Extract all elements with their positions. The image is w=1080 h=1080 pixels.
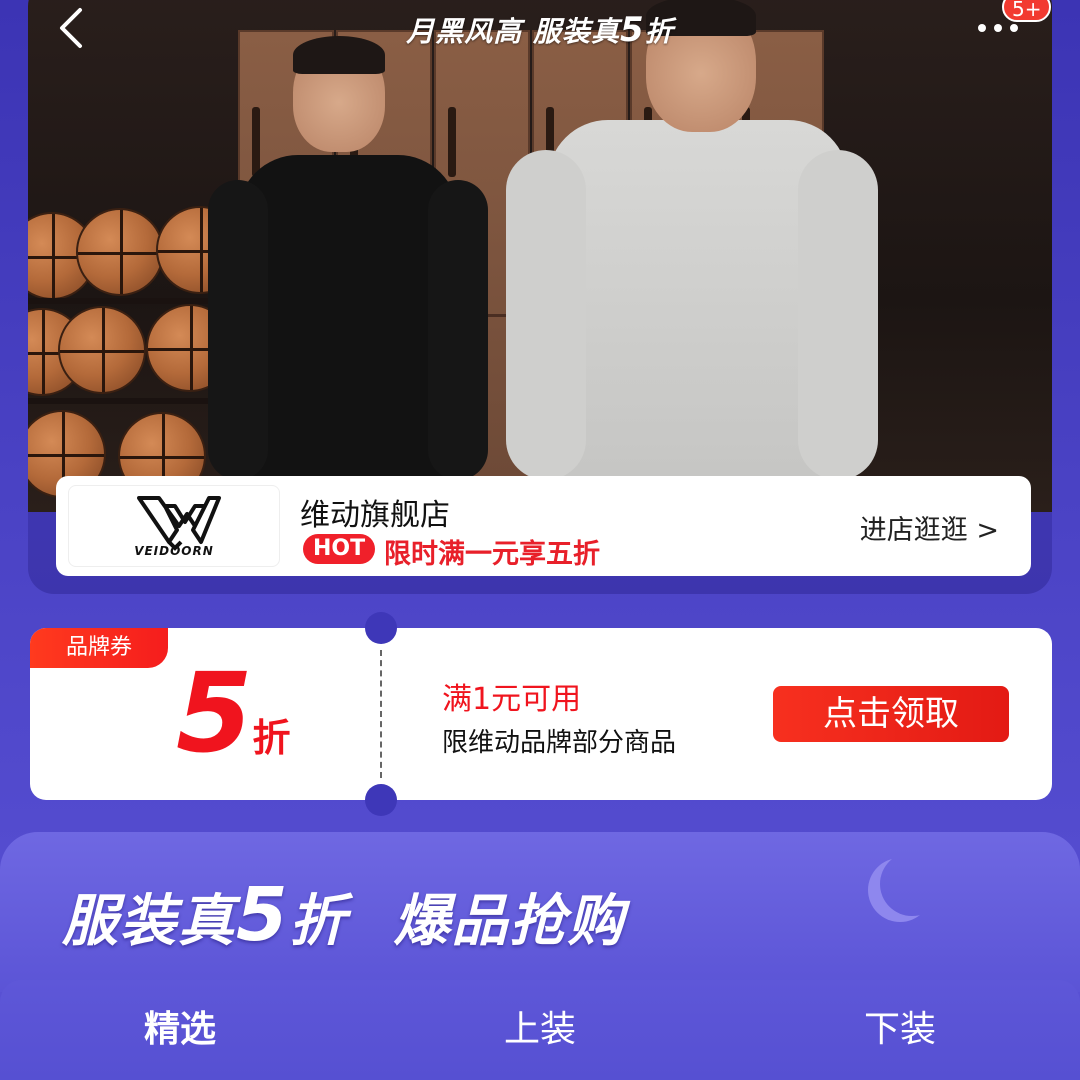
- basketball-image: [76, 208, 164, 296]
- hero-title-number: 5: [620, 10, 645, 50]
- store-bar[interactable]: VEIDOORN 维动旗舰店 HOT 限时满一元享五折 进店逛逛 >: [56, 476, 1031, 576]
- claim-coupon-button[interactable]: 点击领取: [773, 686, 1009, 742]
- hot-badge: HOT: [303, 534, 376, 564]
- coupon-notch-bottom: [365, 784, 397, 816]
- shelf: [28, 298, 233, 304]
- coupon-divider: [380, 650, 382, 778]
- category-tabs: 精选 上装 下装: [0, 980, 1080, 1080]
- store-name: 维动旗舰店: [300, 498, 450, 533]
- hero-title-suffix: 折: [644, 15, 674, 48]
- coupon-scope: 限维动品牌部分商品: [442, 728, 677, 758]
- banner-number: 5: [236, 872, 290, 958]
- back-button[interactable]: [48, 2, 98, 52]
- store-promo-text: 限时满一元享五折: [384, 539, 600, 570]
- model-black-jacket: [208, 30, 488, 510]
- coupon-condition: 满1元可用: [442, 682, 582, 717]
- store-logo[interactable]: VEIDOORN: [68, 485, 280, 567]
- enter-store-link[interactable]: 进店逛逛 >: [860, 508, 999, 547]
- sleeve: [506, 150, 586, 480]
- banner-text-part1: 服装真: [62, 889, 236, 954]
- chevron-left-icon: [60, 8, 82, 48]
- model-grey-jacket: [498, 0, 888, 512]
- store-logo-text: VEIDOORN: [134, 544, 214, 558]
- sleeve: [798, 150, 878, 480]
- tab-tops[interactable]: 上装: [360, 980, 720, 1080]
- promo-banner: 服装真5折 爆品抢购: [0, 832, 1080, 992]
- coupon-notch-top: [365, 612, 397, 644]
- hero-image: [28, 0, 1052, 512]
- hero-title-text: 月黑风高 服装真: [406, 15, 621, 48]
- coupon-discount-unit: 折: [252, 716, 291, 760]
- banner-title: 服装真5折 爆品抢购: [62, 872, 626, 958]
- tab-bottoms[interactable]: 下装: [720, 980, 1080, 1080]
- coupon-value: 5折: [176, 658, 291, 768]
- sleeve: [428, 180, 488, 480]
- black-jacket: [238, 155, 458, 510]
- notification-badge: 5+: [1002, 0, 1052, 22]
- hero-card: 月黑风高 服装真5折 VEIDOORN 维动旗舰店 HOT 限时满一元享五折 进…: [28, 0, 1052, 594]
- hero-title: 月黑风高 服装真5折: [28, 10, 1052, 50]
- shelf: [28, 398, 233, 404]
- basketball-image: [58, 306, 146, 394]
- sleeve: [208, 180, 268, 480]
- coupon-discount-number: 5: [176, 649, 253, 777]
- moon-icon: [880, 852, 944, 916]
- banner-text-part2: 折: [289, 889, 348, 954]
- brand-coupon: 品牌券 5折 满1元可用 限维动品牌部分商品 点击领取: [30, 612, 1052, 816]
- tab-featured[interactable]: 精选: [0, 980, 360, 1080]
- banner-text-part3: 爆品抢购: [393, 889, 626, 954]
- coupon-tag: 品牌券: [30, 628, 168, 668]
